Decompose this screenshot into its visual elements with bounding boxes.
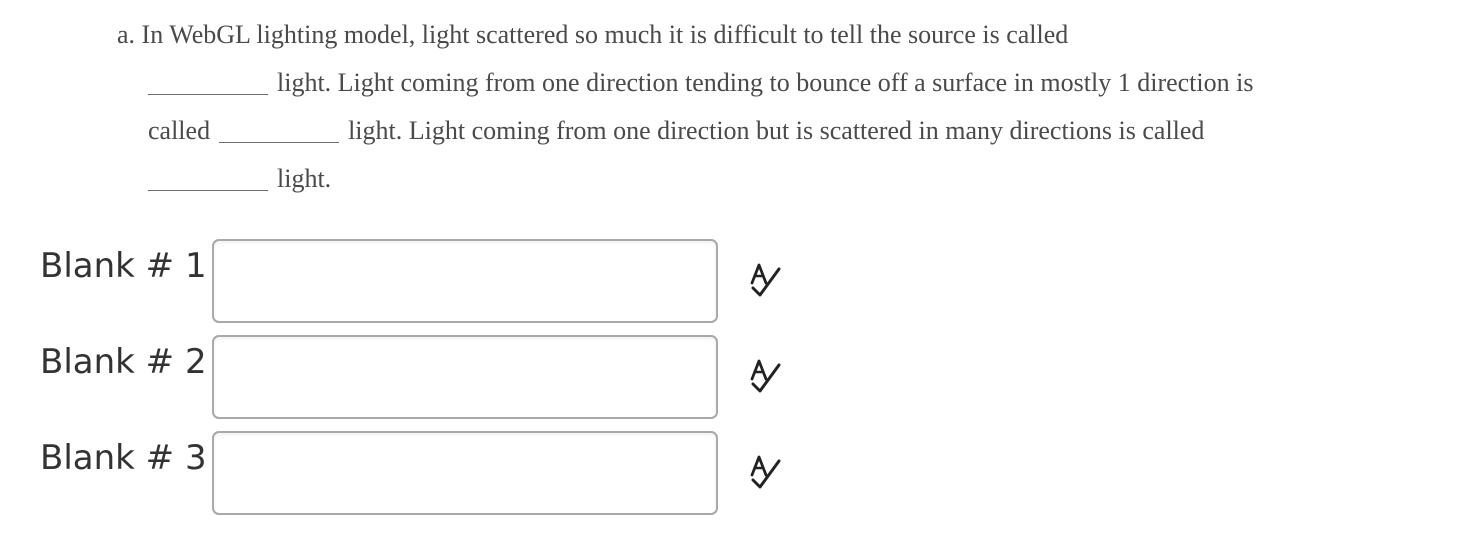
blank-1-input[interactable] — [212, 239, 718, 323]
blank-row-3: Blank # 3 — [0, 431, 1466, 515]
blank-row-2: Blank # 2 — [0, 335, 1466, 419]
blank-3-label: Blank # 3 — [40, 438, 207, 478]
blank-1-label: Blank # 1 — [40, 246, 207, 286]
question-line-3-text: light. Light coming from one direction b… — [348, 116, 1205, 145]
question-line-4-text: light. — [277, 164, 332, 193]
question-line-3-prefix: called — [148, 116, 211, 145]
question-line-3: called light. Light coming from one direc… — [148, 116, 1204, 146]
spell-check-icon[interactable] — [746, 453, 786, 493]
question-line-4: light. — [148, 164, 331, 194]
blank-row-1: Blank # 1 — [0, 239, 1466, 323]
inline-blank-1 — [148, 93, 268, 95]
question-prefix: a. — [117, 20, 136, 49]
question-line-1-text: In WebGL lighting model, light scattered… — [141, 20, 1069, 49]
question-line-2: light. Light coming from one direction t… — [148, 68, 1253, 98]
question-line-1: a. In WebGL lighting model, light scatte… — [117, 20, 1068, 50]
spell-check-icon[interactable] — [746, 261, 786, 301]
blank-3-input[interactable] — [212, 431, 718, 515]
inline-blank-2 — [219, 141, 340, 143]
spell-check-icon[interactable] — [746, 357, 786, 397]
question-line-2-text: light. Light coming from one direction t… — [277, 68, 1254, 97]
blank-2-input[interactable] — [212, 335, 718, 419]
blank-2-label: Blank # 2 — [40, 342, 207, 382]
inline-blank-3 — [148, 189, 268, 191]
